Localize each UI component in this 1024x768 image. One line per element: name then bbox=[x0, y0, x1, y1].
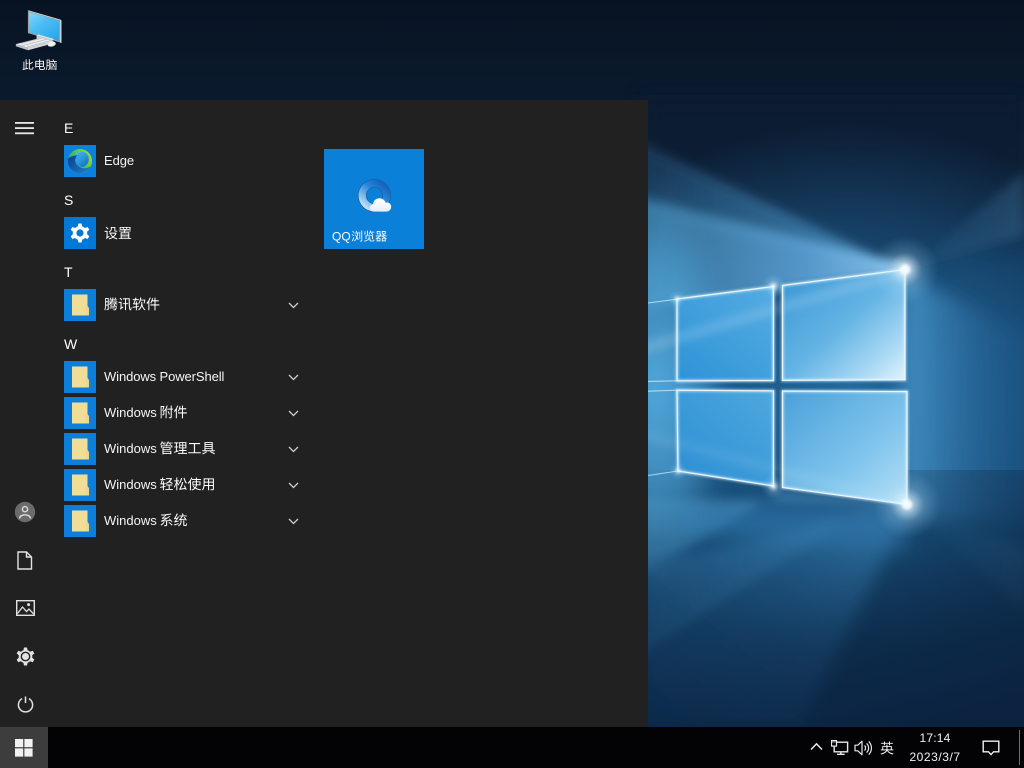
svg-text:Windows: Windows bbox=[104, 513, 157, 528]
svg-text:Windows: Windows bbox=[104, 477, 157, 492]
svg-text:QQ: QQ bbox=[332, 230, 351, 244]
svg-text:Windows: Windows bbox=[104, 441, 157, 456]
svg-text:Windows: Windows bbox=[104, 405, 157, 420]
